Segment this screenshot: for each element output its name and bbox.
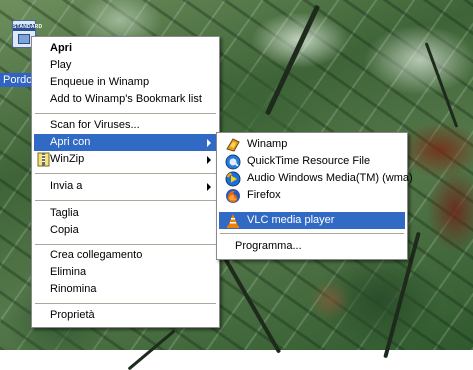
submenu-item-label: Winamp <box>247 138 288 150</box>
windows-media-icon <box>225 171 241 187</box>
wallpaper-branch <box>222 256 282 354</box>
menu-item-label: Crea collegamento <box>50 249 143 261</box>
menu-separator <box>35 113 216 114</box>
menu-item-rename[interactable]: Rinomina <box>34 281 217 298</box>
menu-item-winzip[interactable]: WinZip <box>34 151 217 168</box>
winamp-icon <box>226 138 240 152</box>
menu-item-label: Enqueue in Winamp <box>50 76 150 88</box>
open-with-submenu: Winamp QuickTime Resource File Audio Win… <box>216 132 413 260</box>
menu-item-delete[interactable]: Elimina <box>34 264 217 281</box>
menu-item-label: Rinomina <box>50 283 97 295</box>
menu-item-winamp-bookmark[interactable]: Add to Winamp's Bookmark list <box>34 91 217 108</box>
quicktime-icon <box>225 154 241 170</box>
submenu-item-quicktime[interactable]: QuickTime Resource File <box>219 153 405 170</box>
submenu-item-winamp[interactable]: Winamp <box>219 136 405 153</box>
menu-item-label: WinZip <box>50 153 85 165</box>
menu-item-label: Play <box>50 59 72 71</box>
submenu-item-label: Audio Windows Media(TM) (wma) <box>247 172 413 184</box>
submenu-item-label: Programma... <box>235 240 302 252</box>
menu-item-copy[interactable]: Copia <box>34 222 217 239</box>
menu-item-label: Add to Winamp's Bookmark list <box>50 93 202 105</box>
menu-item-scan-viruses[interactable]: Scan for Viruses... <box>34 117 217 134</box>
wallpaper-branch <box>424 42 459 128</box>
menu-item-open-with[interactable]: Apri con <box>34 134 217 151</box>
winzip-icon <box>37 152 50 167</box>
submenu-arrow-icon <box>207 139 211 147</box>
menu-separator <box>35 303 216 304</box>
menu-item-send-to[interactable]: Invia a <box>34 178 217 195</box>
submenu-item-vlc[interactable]: VLC media player <box>219 212 405 229</box>
wallpaper-branch <box>264 4 321 116</box>
menu-item-label: Invia a <box>50 180 83 192</box>
menu-item-label: Taglia <box>50 207 79 219</box>
menu-item-label: Proprietà <box>50 309 95 321</box>
menu-item-label: Apri con <box>50 136 91 148</box>
submenu-arrow-icon <box>207 183 211 191</box>
submenu-item-label: Firefox <box>247 189 281 201</box>
file-icon-badge: STANDARD <box>13 24 43 31</box>
menu-item-properties[interactable]: Proprietà <box>34 307 217 324</box>
submenu-arrow-icon <box>207 156 211 164</box>
submenu-item-label: VLC media player <box>247 214 335 226</box>
menu-item-enqueue-winamp[interactable]: Enqueue in Winamp <box>34 74 217 91</box>
submenu-item-firefox[interactable]: Firefox <box>219 187 405 204</box>
file-icon-screen <box>18 34 30 44</box>
submenu-item-choose-program[interactable]: Programma... <box>219 238 405 255</box>
menu-item-create-shortcut[interactable]: Crea collegamento <box>34 247 217 264</box>
menu-item-play[interactable]: Play <box>34 57 217 74</box>
vlc-icon <box>227 214 239 228</box>
firefox-icon <box>226 189 240 203</box>
menu-separator <box>35 173 216 174</box>
menu-item-label: Scan for Viruses... <box>50 119 140 131</box>
menu-separator <box>35 244 216 245</box>
menu-item-label: Copia <box>50 224 79 236</box>
menu-item-open[interactable]: Apri <box>34 40 217 57</box>
submenu-item-windows-media[interactable]: Audio Windows Media(TM) (wma) <box>219 170 413 187</box>
submenu-item-label: QuickTime Resource File <box>247 155 371 167</box>
menu-separator <box>35 200 216 201</box>
menu-item-cut[interactable]: Taglia <box>34 205 217 222</box>
menu-item-label: Apri <box>50 42 72 54</box>
menu-separator <box>220 233 404 234</box>
menu-item-label: Elimina <box>50 266 87 278</box>
desktop-file-icon[interactable]: STANDARD Pordo <box>0 18 43 87</box>
context-menu: Apri Play Enqueue in Winamp Add to Winam… <box>31 36 220 328</box>
